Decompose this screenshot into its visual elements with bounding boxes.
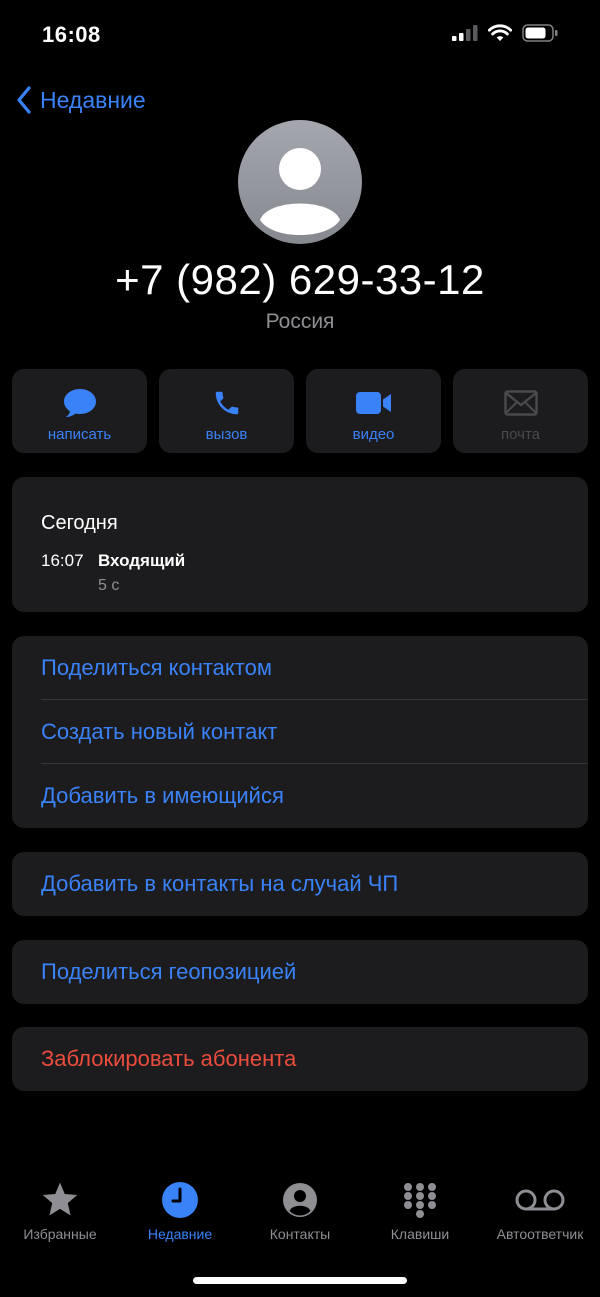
mail-button-label: почта [501,425,540,443]
history-day: Сегодня [41,512,118,534]
add-to-existing-label: Добавить в имеющийся [41,783,284,808]
location-group: Поделиться геопозицией [12,940,588,1004]
star-icon [42,1182,78,1216]
emergency-group: Добавить в контакты на случай ЧП [12,852,588,916]
message-icon [63,388,96,417]
contact-options-group: Поделиться контактом Создать новый конта… [12,636,588,828]
back-button[interactable]: Недавние [16,86,146,114]
person-circle-icon [283,1183,317,1217]
call-history: Сегодня 16:07 Входящий 5 с [12,477,588,612]
create-contact-button[interactable]: Создать новый контакт [12,700,588,764]
phone-icon [215,391,238,414]
tab-favorites-label: Избранные [23,1226,97,1242]
phone-number: +7 (982) 629-33-12 [115,256,485,303]
tab-voicemail-label: Автоответчик [496,1226,584,1242]
wifi-icon [488,24,512,41]
history-call-type: Входящий [98,551,186,570]
chevron-left-icon [17,86,31,114]
add-emergency-contact-label: Добавить в контакты на случай ЧП [41,871,399,896]
block-group: Заблокировать абонента [12,1027,588,1091]
video-icon [355,391,391,414]
home-indicator [193,1277,407,1284]
call-button[interactable]: вызов [159,369,294,453]
country-label: Россия [265,310,335,333]
message-button-label: написать [47,425,112,443]
cellular-signal-icon [452,25,478,41]
history-time: 16:07 [41,551,84,570]
history-duration: 5 с [98,577,120,594]
status-bar: 16:08 [0,0,600,70]
create-contact-label: Создать новый контакт [41,719,278,744]
status-icons [452,24,558,42]
video-button-label: видео [352,425,395,443]
mail-icon [503,389,538,416]
battery-icon [522,24,558,42]
person-placeholder-icon [260,148,340,235]
add-emergency-contact-button[interactable]: Добавить в контакты на случай ЧП [12,852,588,916]
status-time: 16:08 [42,22,101,47]
message-button[interactable]: написать [12,369,147,453]
clock-icon [162,1182,198,1218]
add-to-existing-button[interactable]: Добавить в имеющийся [12,764,588,828]
tab-contacts-label: Контакты [269,1226,331,1242]
tab-voicemail[interactable]: Автоответчик [480,1180,600,1242]
tab-bar: Избранные Недавние Контакты Клавиши Авто… [0,1180,600,1242]
block-caller-label: Заблокировать абонента [41,1046,297,1071]
tab-favorites[interactable]: Избранные [0,1180,120,1242]
call-button-label: вызов [205,425,248,443]
tab-keypad[interactable]: Клавиши [360,1180,480,1242]
share-location-button[interactable]: Поделиться геопозицией [12,940,588,1004]
block-caller-button[interactable]: Заблокировать абонента [12,1027,588,1091]
quick-actions: написать вызов видео почта [12,369,588,453]
tab-contacts[interactable]: Контакты [240,1180,360,1242]
share-contact-label: Поделиться контактом [41,655,272,680]
video-button[interactable]: видео [306,369,441,453]
voicemail-icon [515,1189,565,1211]
share-location-label: Поделиться геопозицией [41,959,297,984]
tab-recents[interactable]: Недавние [120,1180,240,1242]
mail-button[interactable]: почта [453,369,588,453]
tab-keypad-label: Клавиши [390,1226,450,1242]
keypad-icon [404,1183,436,1218]
share-contact-button[interactable]: Поделиться контактом [12,636,588,700]
tab-recents-label: Недавние [147,1226,213,1242]
back-button-label: Недавние [40,86,146,113]
avatar [238,120,362,244]
